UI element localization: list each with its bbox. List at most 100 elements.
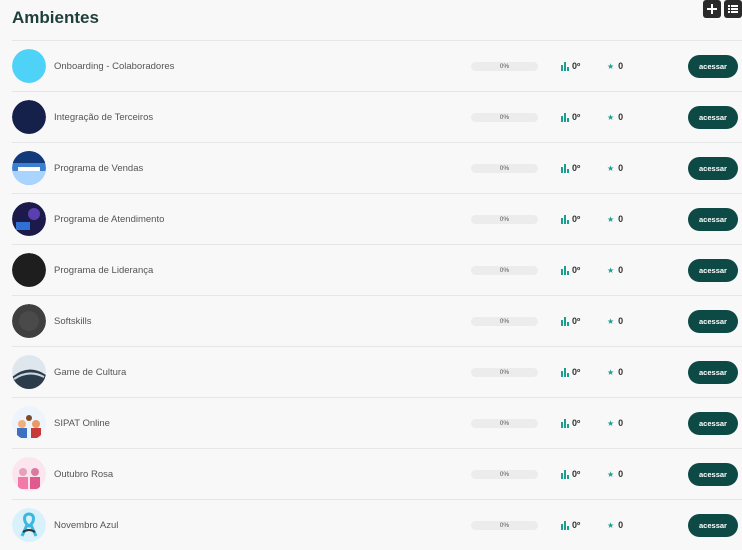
access-button[interactable]: acessar [688, 360, 738, 384]
level-stat: 0º [561, 214, 580, 224]
progress-bar: 0% [471, 61, 538, 71]
progress-label: 0% [499, 521, 510, 529]
avatar [12, 508, 46, 542]
stars-value: 0 [618, 418, 624, 428]
list-icon [728, 5, 738, 13]
star-icon: ★ [607, 418, 615, 428]
progress-label: 0% [499, 164, 510, 172]
avatar [12, 304, 46, 338]
stars-stat: ★ 0 [607, 61, 623, 71]
progress-label: 0% [499, 317, 510, 325]
environment-name: Novembro Azul [54, 519, 119, 531]
stars-stat: ★ 0 [607, 112, 623, 122]
progress-label: 0% [499, 470, 510, 478]
stars-stat: ★ 0 [607, 265, 623, 275]
list-item: Integração de Terceiros 0% 0º ★ 0 acessa… [12, 91, 742, 142]
avatar [12, 457, 46, 491]
list-item: Softskills 0% 0º ★ 0 acessar [12, 295, 742, 346]
stars-stat: ★ 0 [607, 418, 623, 428]
level-value: 0º [572, 112, 581, 122]
star-icon: ★ [607, 163, 615, 173]
progress-label: 0% [499, 215, 510, 223]
progress-bar: 0% [471, 112, 538, 122]
environment-name: Integração de Terceiros [54, 111, 154, 123]
stars-value: 0 [618, 469, 624, 479]
bar-chart-icon [561, 112, 569, 122]
progress-bar: 0% [471, 418, 538, 428]
bar-chart-icon [561, 418, 569, 428]
avatar [12, 49, 46, 83]
access-button[interactable]: acessar [688, 258, 738, 282]
list-item: Onboarding - Colaboradores 0% 0º ★ 0 ace… [12, 40, 742, 91]
progress-bar: 0% [471, 163, 538, 173]
access-button[interactable]: acessar [688, 309, 738, 333]
bar-chart-icon [561, 367, 569, 377]
star-icon: ★ [607, 265, 615, 275]
progress-bar: 0% [471, 520, 538, 530]
stars-value: 0 [618, 163, 624, 173]
progress-bar: 0% [471, 265, 538, 275]
level-value: 0º [572, 265, 581, 275]
list-item: Programa de Vendas 0% 0º ★ 0 acessar [12, 142, 742, 193]
avatar [12, 406, 46, 440]
list-item: Game de Cultura 0% 0º ★ 0 acessar [12, 346, 742, 397]
stars-stat: ★ 0 [607, 214, 623, 224]
level-value: 0º [572, 61, 581, 71]
list-item: Programa de Atendimento 0% 0º ★ 0 acessa… [12, 193, 742, 244]
access-button[interactable]: acessar [688, 105, 738, 129]
list-view-button[interactable] [724, 0, 742, 18]
progress-label: 0% [499, 266, 510, 274]
stars-value: 0 [618, 520, 624, 530]
add-button[interactable] [703, 0, 721, 18]
star-icon: ★ [607, 367, 615, 377]
level-stat: 0º [561, 469, 580, 479]
bar-chart-icon [561, 214, 569, 224]
stars-stat: ★ 0 [607, 469, 623, 479]
bar-chart-icon [561, 163, 569, 173]
bar-chart-icon [561, 469, 569, 479]
access-button[interactable]: acessar [688, 156, 738, 180]
stars-value: 0 [618, 265, 624, 275]
progress-label: 0% [499, 62, 510, 70]
progress-label: 0% [499, 113, 510, 121]
level-stat: 0º [561, 418, 580, 428]
environment-name: Softskills [54, 315, 92, 327]
stars-value: 0 [618, 61, 624, 71]
progress-bar: 0% [471, 469, 538, 479]
level-value: 0º [572, 214, 581, 224]
environment-name: Game de Cultura [54, 366, 127, 378]
level-stat: 0º [561, 163, 580, 173]
star-icon: ★ [607, 61, 615, 71]
environment-name: Onboarding - Colaboradores [54, 60, 175, 72]
level-value: 0º [572, 520, 581, 530]
stars-value: 0 [618, 112, 624, 122]
avatar [12, 355, 46, 389]
access-button[interactable]: acessar [688, 207, 738, 231]
access-button[interactable]: acessar [688, 411, 738, 435]
stars-value: 0 [618, 214, 624, 224]
progress-label: 0% [499, 419, 510, 427]
stars-stat: ★ 0 [607, 367, 623, 377]
level-value: 0º [572, 418, 581, 428]
progress-bar: 0% [471, 316, 538, 326]
avatar [12, 151, 46, 185]
star-icon: ★ [607, 520, 615, 530]
progress-bar: 0% [471, 367, 538, 377]
avatar [12, 100, 46, 134]
list-item: SIPAT Online 0% 0º ★ 0 acessar [12, 397, 742, 448]
environment-name: Programa de Vendas [54, 162, 144, 174]
level-stat: 0º [561, 316, 580, 326]
environment-name: Outubro Rosa [54, 468, 114, 480]
access-button[interactable]: acessar [688, 54, 738, 78]
progress-bar: 0% [471, 214, 538, 224]
stars-value: 0 [618, 367, 624, 377]
star-icon: ★ [607, 214, 615, 224]
access-button[interactable]: acessar [688, 513, 738, 537]
access-button[interactable]: acessar [688, 462, 738, 486]
level-stat: 0º [561, 265, 580, 275]
avatar [12, 253, 46, 287]
list-item: Novembro Azul 0% 0º ★ 0 acessar [12, 499, 742, 550]
level-value: 0º [572, 367, 581, 377]
environment-name: Programa de Atendimento [54, 213, 165, 225]
level-stat: 0º [561, 367, 580, 377]
